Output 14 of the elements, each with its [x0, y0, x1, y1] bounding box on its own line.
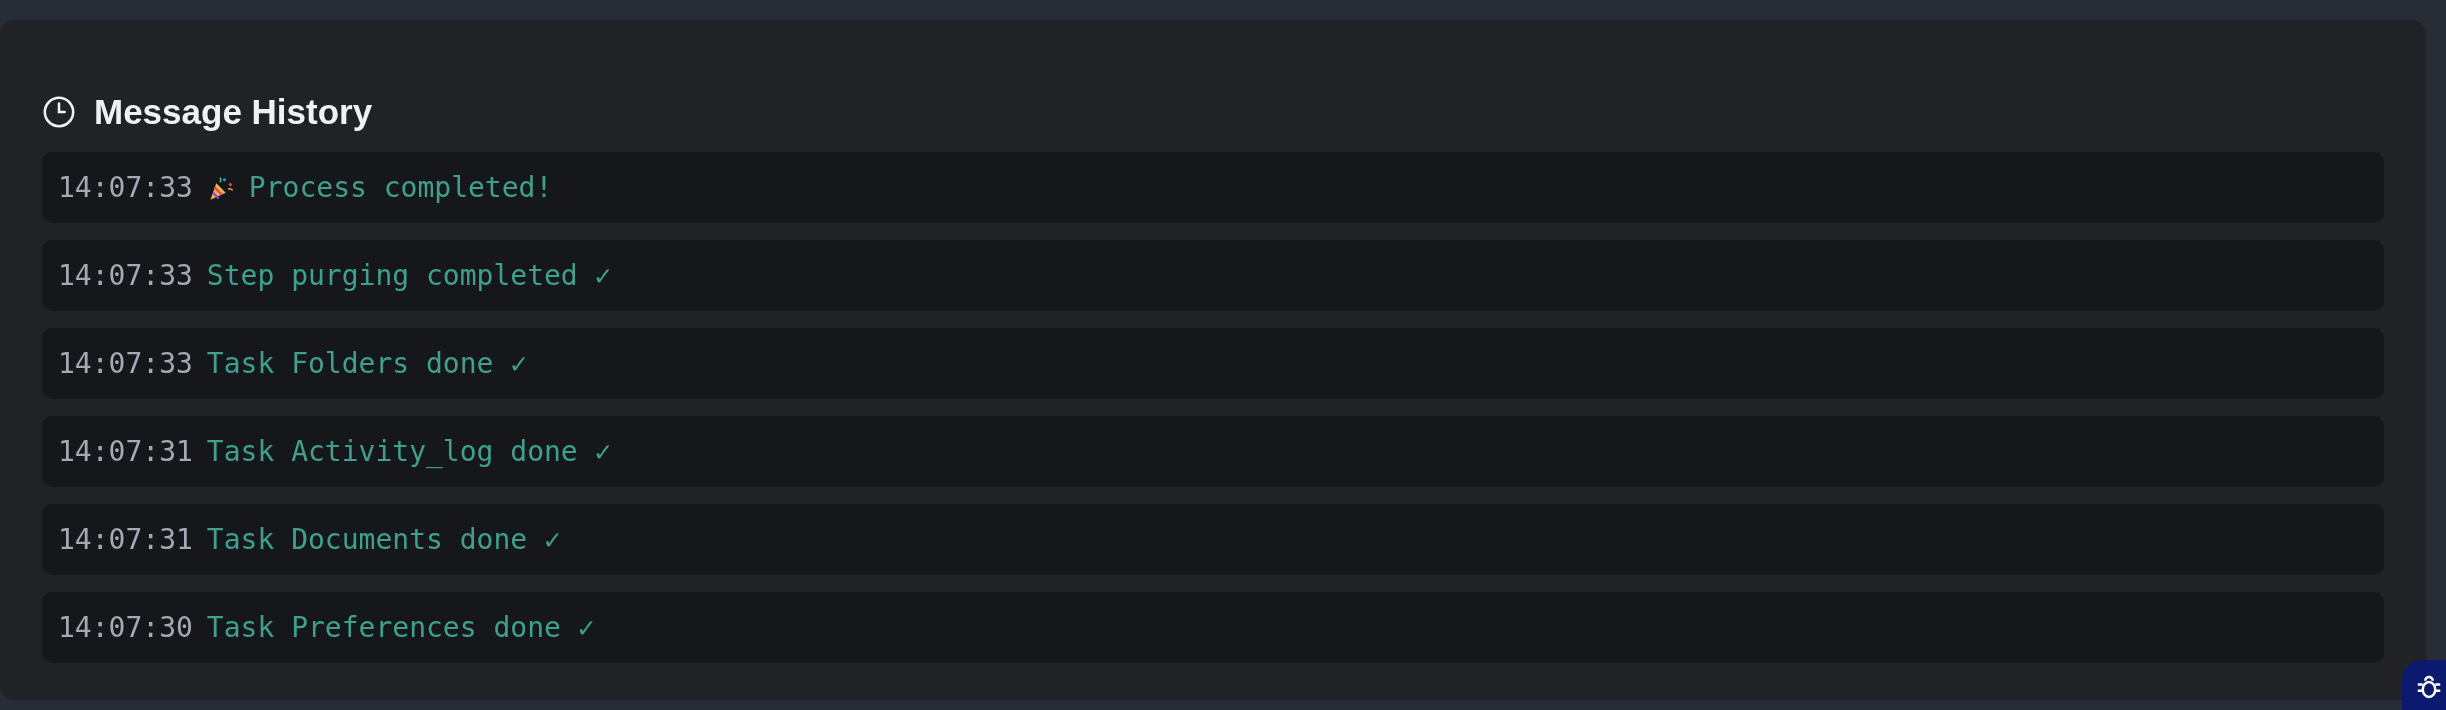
message-text: Task Activity_log done ✓	[206, 435, 612, 468]
clock-icon	[42, 95, 76, 129]
panel-title: Message History	[94, 92, 373, 132]
timestamp: 14:07:31	[58, 523, 193, 556]
message-text: Step purging completed ✓	[206, 259, 612, 292]
message-text: Task Documents done ✓	[206, 523, 561, 556]
timestamp: 14:07:33	[58, 347, 193, 380]
timestamp: 14:07:33	[58, 171, 193, 204]
timestamp: 14:07:31	[58, 435, 193, 468]
timestamp: 14:07:30	[58, 611, 193, 644]
message-text: Task Preferences done ✓	[206, 611, 595, 644]
message-text: Task Folders done ✓	[206, 347, 528, 380]
timestamp: 14:07:33	[58, 259, 193, 292]
message-text: Process completed!	[248, 171, 553, 204]
